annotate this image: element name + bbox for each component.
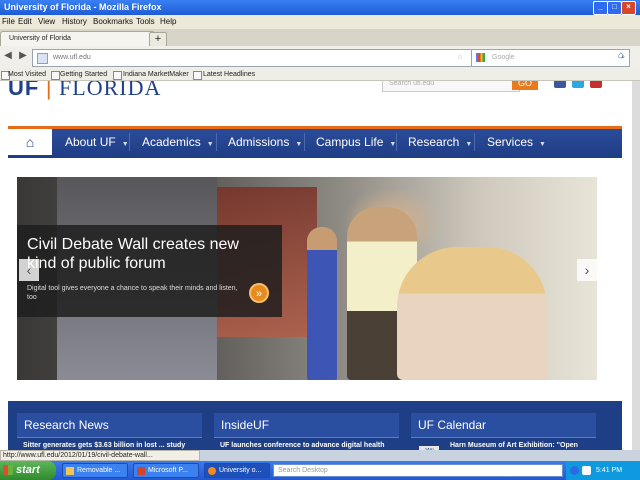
google-icon[interactable] bbox=[476, 53, 485, 62]
calendar-date-icon: JAN bbox=[419, 442, 439, 450]
tab-university-of-florida[interactable]: University of Florida bbox=[0, 31, 155, 47]
menu-edit[interactable]: Edit bbox=[18, 15, 32, 29]
taskbar-removable-disk[interactable]: Removable ... bbox=[62, 463, 128, 478]
chevron-down-icon: ▼ bbox=[295, 141, 303, 148]
uf-logo[interactable]: UF | FLORIDA bbox=[8, 81, 161, 101]
chevron-down-icon: ▼ bbox=[121, 141, 129, 148]
folder-icon bbox=[66, 467, 74, 475]
rss-feed-icon bbox=[193, 71, 202, 80]
search-placeholder: Google bbox=[492, 54, 515, 61]
research-news-title[interactable]: Research News bbox=[24, 413, 109, 437]
network-icon[interactable] bbox=[570, 466, 579, 475]
uf-calendar-title[interactable]: UF Calendar bbox=[418, 413, 486, 437]
back-icon[interactable]: ◀ bbox=[1, 49, 15, 63]
hero-photo-person bbox=[397, 247, 547, 380]
vertical-scrollbar[interactable] bbox=[632, 81, 640, 450]
twitter-icon[interactable] bbox=[572, 81, 584, 88]
menu-tools[interactable]: Tools bbox=[136, 15, 155, 29]
bookmark-page-icon bbox=[51, 71, 60, 80]
nav-campus-life[interactable]: Campus Life ▼ bbox=[316, 129, 396, 155]
home-icon[interactable]: ⌂ bbox=[614, 49, 628, 63]
site-search-button[interactable]: GO bbox=[512, 81, 538, 90]
window-title: University of Florida - Mozilla Firefox bbox=[4, 2, 162, 12]
new-tab-button[interactable]: + bbox=[149, 32, 167, 47]
bookmarks-toolbar: Most Visited Getting Started Indiana Mar… bbox=[0, 68, 640, 81]
powerpoint-icon bbox=[137, 467, 145, 475]
clock: 5:41 PM bbox=[596, 467, 623, 474]
hero-headline[interactable]: Civil Debate Wall creates new kind of pu… bbox=[27, 235, 267, 273]
research-news-item[interactable]: Sitter generates gets $3.63 billion in l… bbox=[23, 441, 193, 450]
home-icon[interactable]: ⌂ bbox=[8, 129, 52, 155]
status-bar: http://www.ufl.edu/2012/01/19/civil-deba… bbox=[0, 450, 200, 461]
forward-icon[interactable]: ▶ bbox=[16, 49, 30, 63]
hero-photo-person bbox=[307, 227, 337, 380]
logo-uf: UF bbox=[8, 81, 40, 100]
nav-admissions[interactable]: Admissions ▼ bbox=[228, 129, 302, 155]
nav-services[interactable]: Services ▼ bbox=[487, 129, 546, 155]
hero-subtext: Digital tool gives everyone a chance to … bbox=[27, 285, 238, 301]
uf-calendar-panel: UF Calendar bbox=[411, 413, 596, 438]
windows-taskbar: start Removable ... Microsoft P... Unive… bbox=[0, 461, 640, 480]
read-more-arrow-icon[interactable]: » bbox=[249, 283, 269, 303]
bookmark-indiana-marketmaker[interactable]: Indiana MarketMaker bbox=[123, 68, 189, 81]
menu-bar: File Edit View History Bookmarks Tools H… bbox=[0, 15, 640, 29]
main-navigation: ⌂ About UF ▼ Academics ▼ Admissions ▼ Campu… bbox=[8, 126, 622, 158]
logo-florida: FLORIDA bbox=[59, 81, 162, 100]
next-slide-arrow-icon[interactable]: › bbox=[577, 259, 597, 281]
minimize-button[interactable]: _ bbox=[593, 1, 608, 15]
search-bar[interactable]: Google ⌕ bbox=[471, 49, 630, 67]
web-page: UF | FLORIDA Search ufl.edu GO ⌂ About U… bbox=[0, 81, 632, 450]
tab-label: University of Florida bbox=[9, 35, 71, 42]
firefox-icon bbox=[208, 467, 216, 475]
close-button[interactable]: × bbox=[621, 1, 636, 15]
insideuf-panel: InsideUF bbox=[214, 413, 399, 438]
chevron-down-icon: ▼ bbox=[539, 141, 546, 148]
url-text: www.ufl.edu bbox=[53, 54, 91, 61]
hero-slideshow[interactable]: Civil Debate Wall creates new kind of pu… bbox=[17, 177, 597, 380]
menu-bookmarks[interactable]: Bookmarks bbox=[93, 15, 133, 29]
system-tray: 5:41 PM bbox=[566, 461, 640, 480]
hero-caption: Civil Debate Wall creates new kind of pu… bbox=[17, 225, 282, 317]
previous-slide-arrow-icon[interactable]: ‹ bbox=[19, 259, 39, 281]
menu-view[interactable]: View bbox=[38, 15, 55, 29]
menu-help[interactable]: Help bbox=[160, 15, 176, 29]
youtube-icon[interactable] bbox=[590, 81, 602, 88]
insideuf-title[interactable]: InsideUF bbox=[221, 413, 269, 437]
insideuf-item[interactable]: UF launches conference to advance digita… bbox=[220, 441, 398, 450]
navigation-toolbar: ◀ ▶ www.ufl.edu ☆ ↻ Google ⌕ ⌂ bbox=[0, 46, 640, 68]
bookmark-page-icon bbox=[113, 71, 122, 80]
taskbar-microsoft-powerpoint[interactable]: Microsoft P... bbox=[133, 463, 199, 478]
window-title-bar: University of Florida - Mozilla Firefox … bbox=[0, 0, 640, 15]
volume-icon[interactable] bbox=[582, 466, 591, 475]
chevron-down-icon: ▼ bbox=[465, 141, 473, 148]
menu-history[interactable]: History bbox=[62, 15, 87, 29]
news-section: Research News Sitter generates gets $3.6… bbox=[8, 401, 622, 450]
research-news-panel: Research News bbox=[17, 413, 202, 438]
maximize-button[interactable]: □ bbox=[607, 1, 622, 15]
facebook-icon[interactable] bbox=[554, 81, 566, 88]
bookmark-most-visited[interactable]: Most Visited bbox=[8, 68, 46, 81]
bookmark-star-icon[interactable]: ☆ bbox=[457, 50, 463, 65]
tab-bar: University of Florida + bbox=[0, 29, 640, 47]
nav-academics[interactable]: Academics ▼ bbox=[142, 129, 214, 155]
nav-about-uf[interactable]: About UF ▼ bbox=[65, 129, 129, 155]
uf-calendar-item[interactable]: Harn Museum of Art Exhibition: "Open Eng… bbox=[450, 441, 615, 450]
address-bar[interactable]: www.ufl.edu ☆ ↻ bbox=[32, 49, 488, 67]
windows-flag-icon bbox=[3, 465, 13, 475]
nav-research[interactable]: Research ▼ bbox=[408, 129, 472, 155]
menu-file[interactable]: File bbox=[2, 15, 15, 29]
desktop-search-input[interactable]: Search Desktop bbox=[273, 464, 563, 477]
bookmark-latest-headlines[interactable]: Latest Headlines bbox=[203, 68, 255, 81]
taskbar-firefox[interactable]: University o... bbox=[204, 463, 270, 478]
site-favicon-icon bbox=[37, 53, 48, 64]
site-search-input[interactable]: Search ufl.edu bbox=[382, 81, 520, 92]
bookmark-getting-started[interactable]: Getting Started bbox=[60, 68, 107, 81]
chevron-down-icon: ▼ bbox=[206, 141, 214, 148]
start-button[interactable]: start bbox=[0, 461, 56, 480]
